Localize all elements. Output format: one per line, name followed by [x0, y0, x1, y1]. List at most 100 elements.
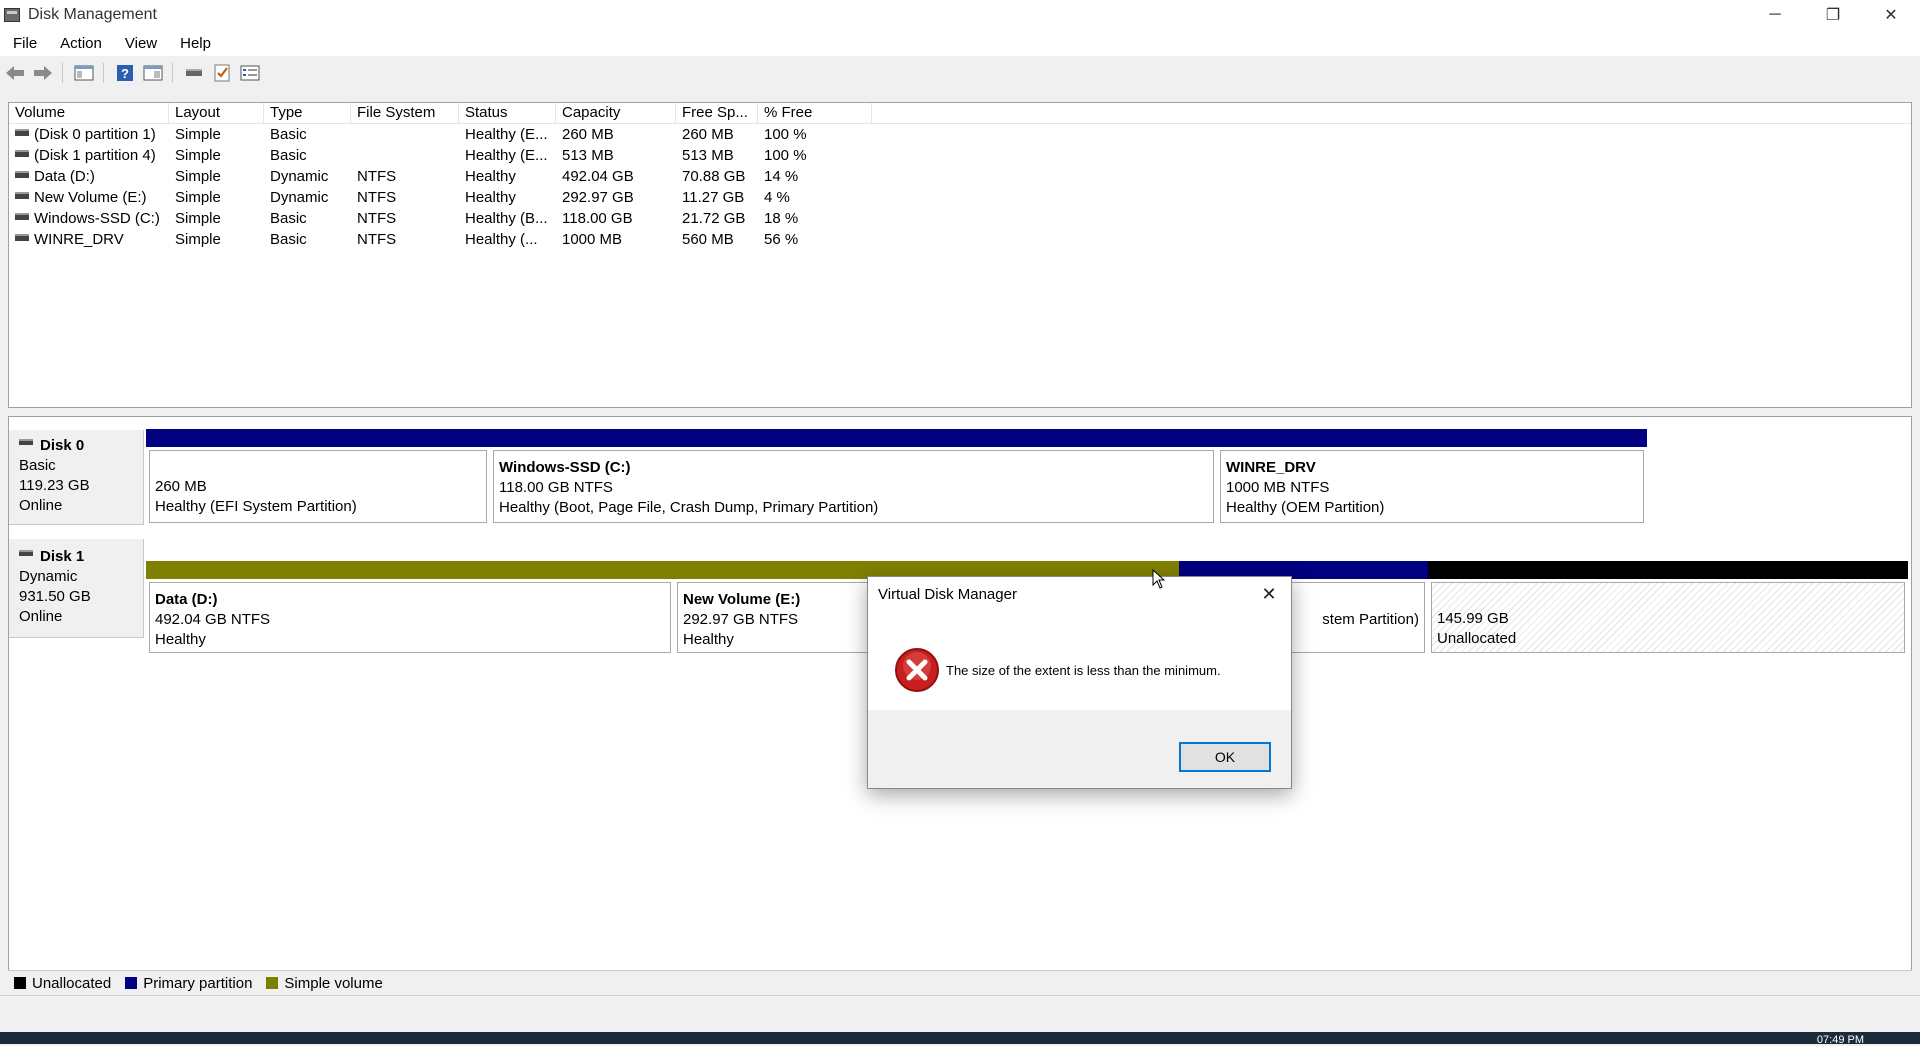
menu-action[interactable]: Action — [47, 35, 112, 52]
error-icon — [894, 647, 940, 693]
cell-file-system: NTFS — [351, 187, 459, 208]
cell-text: 14 % — [764, 168, 799, 185]
column-header-capacity[interactable]: Capacity — [556, 103, 676, 123]
title-bar: Disk Management ─ ❐ ✕ — [0, 0, 1920, 30]
partition-body: WINRE_DRV 1000 MB NTFS Healthy (OEM Part… — [1220, 450, 1644, 523]
cell-text: Windows-SSD (C:) — [34, 210, 160, 227]
table-row[interactable]: Windows-SSD (C:) Simple Basic NTFS Healthy (… — [9, 208, 1911, 229]
cell-status: Healthy (E... — [459, 145, 556, 166]
menu-file[interactable]: File — [0, 35, 47, 52]
cell-text: Healthy (... — [465, 231, 538, 248]
cell-text: 21.72 GB — [682, 210, 746, 227]
cell-text: Healthy (E... — [465, 126, 548, 143]
status-bar — [0, 995, 1920, 1030]
cell-text: 100 % — [764, 126, 807, 143]
partition-windows-ssd[interactable]: Windows-SSD (C:) 118.00 GB NTFS Healthy … — [490, 429, 1217, 526]
disk-state: Online — [19, 497, 63, 514]
cell-text: Dynamic — [270, 168, 329, 185]
disk-name: Disk 1 — [40, 548, 85, 565]
toolbar-separator — [172, 63, 173, 83]
table-row[interactable]: WINRE_DRV Simple Basic NTFS Healthy (... 1000… — [9, 229, 1911, 250]
ok-button[interactable]: OK — [1179, 742, 1271, 772]
column-header-free-space[interactable]: Free Sp... — [676, 103, 758, 123]
partition-status: Unallocated — [1437, 630, 1517, 647]
toolbar: ? — [0, 58, 1920, 88]
cell-text: NTFS — [357, 168, 397, 185]
cell-type: Basic — [264, 229, 351, 250]
column-header-status[interactable]: Status — [459, 103, 556, 123]
cell-file-system: NTFS — [351, 208, 459, 229]
partition-winre-drv[interactable]: WINRE_DRV 1000 MB NTFS Healthy (OEM Part… — [1217, 429, 1647, 526]
cell-text: Basic — [270, 210, 307, 227]
forward-arrow-icon[interactable] — [30, 61, 56, 85]
legend: Unallocated Primary partition Simple vol… — [8, 970, 1912, 995]
menu-view[interactable]: View — [112, 35, 167, 52]
cell-capacity: 118.00 GB — [556, 208, 676, 229]
partition-name: Windows-SSD (C:) — [499, 459, 631, 476]
partition-name: WINRE_DRV — [1226, 459, 1316, 476]
legend-label: Simple volume — [284, 974, 383, 992]
window-controls: ─ ❐ ✕ — [1746, 0, 1920, 30]
cell-status: Healthy — [459, 166, 556, 187]
disk-type: Basic — [19, 457, 56, 474]
cell-text: 260 MB — [562, 126, 614, 143]
cell-text: 1000 MB — [562, 231, 623, 248]
cell-layout: Simple — [169, 145, 264, 166]
cell-volume: Windows-SSD (C:) — [9, 208, 169, 229]
cell-text: NTFS — [357, 189, 397, 206]
disk-name: Disk 0 — [40, 437, 85, 454]
cell-percent-free: 4 % — [758, 187, 872, 208]
column-header-percent-free[interactable]: % Free — [758, 103, 872, 123]
cell-type: Basic — [264, 124, 351, 145]
connect-icon[interactable] — [181, 61, 207, 85]
disk-0-label[interactable]: Disk 0 Basic 119.23 GB Online — [9, 430, 144, 525]
menu-help[interactable]: Help — [167, 35, 221, 52]
partition-size: 1000 MB NTFS — [1226, 479, 1330, 496]
cell-text: 292.97 GB — [562, 189, 634, 206]
partition-status: Healthy (EFI System Partition) — [155, 498, 357, 515]
legend-swatch — [266, 977, 279, 989]
cell-text: NTFS — [357, 210, 397, 227]
window-title: Disk Management — [28, 6, 157, 23]
partition-color-bar — [1428, 561, 1908, 579]
close-button[interactable]: ✕ — [1862, 0, 1920, 30]
cell-text: 513 MB — [562, 147, 614, 164]
partition-efi[interactable]: 260 MB Healthy (EFI System Partition) — [146, 429, 490, 526]
cell-layout: Simple — [169, 166, 264, 187]
cell-volume: WINRE_DRV — [9, 229, 169, 250]
disk-state: Online — [19, 608, 63, 625]
table-row[interactable]: Data (D:) Simple Dynamic NTFS Healthy 492.04 … — [9, 166, 1911, 187]
column-header-type[interactable]: Type — [264, 103, 351, 123]
cell-text: Simple — [175, 126, 221, 143]
cell-percent-free: 100 % — [758, 145, 872, 166]
cell-layout: Simple — [169, 208, 264, 229]
cell-capacity: 260 MB — [556, 124, 676, 145]
partition-unallocated[interactable]: 145.99 GB Unallocated — [1428, 561, 1908, 656]
legend-swatch — [14, 977, 26, 989]
table-row[interactable]: New Volume (E:) Simple Dynamic NTFS Healthy 2… — [9, 187, 1911, 208]
cell-capacity: 1000 MB — [556, 229, 676, 250]
partition-data-d[interactable]: Data (D:) 492.04 GB NTFS Healthy — [146, 561, 674, 656]
properties-icon[interactable] — [140, 61, 166, 85]
table-row[interactable]: (Disk 0 partition 1) Simple Basic Healthy (… — [9, 124, 1911, 145]
column-header-layout[interactable]: Layout — [169, 103, 264, 123]
help-icon[interactable]: ? — [112, 61, 138, 85]
restore-button[interactable]: ❐ — [1804, 0, 1862, 30]
cell-capacity: 492.04 GB — [556, 166, 676, 187]
cell-free-space: 513 MB — [676, 145, 758, 166]
back-arrow-icon[interactable] — [2, 61, 28, 85]
console-tree-icon[interactable] — [71, 61, 97, 85]
dialog-close-button[interactable]: ✕ — [1255, 581, 1283, 607]
column-header-file-system[interactable]: File System — [351, 103, 459, 123]
cell-free-space: 560 MB — [676, 229, 758, 250]
cell-layout: Simple — [169, 124, 264, 145]
partition-body: 145.99 GB Unallocated — [1431, 582, 1905, 653]
disk-1-label[interactable]: Disk 1 Dynamic 931.50 GB Online — [9, 539, 144, 638]
cell-text: Simple — [175, 189, 221, 206]
check-icon[interactable] — [209, 61, 235, 85]
settings-list-icon[interactable] — [237, 61, 263, 85]
column-header-volume[interactable]: Volume — [9, 103, 169, 123]
taskbar-clock[interactable]: 07:49 PM — [1817, 1034, 1864, 1046]
table-row[interactable]: (Disk 1 partition 4) Simple Basic Healthy (… — [9, 145, 1911, 166]
minimize-button[interactable]: ─ — [1746, 0, 1804, 30]
